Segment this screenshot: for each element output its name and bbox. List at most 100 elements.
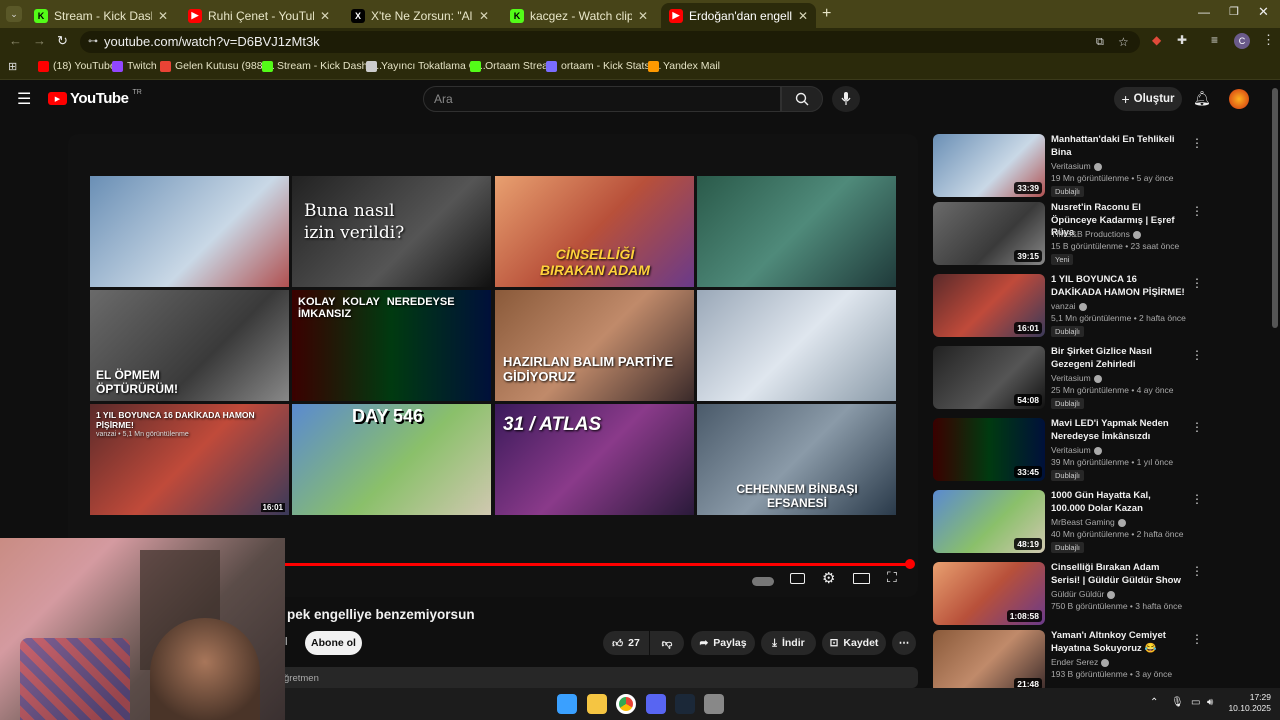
- recommended-thumbnail[interactable]: 48:19: [933, 490, 1045, 553]
- sidebar-scrollbar[interactable]: [1272, 88, 1278, 328]
- tray-mic-icon[interactable]: 🎙︎: [1171, 697, 1184, 708]
- autoplay-toggle[interactable]: [752, 577, 774, 586]
- recommended-video[interactable]: 21:48 Yaman'ı Altınkoy Cemiyet Hayatına S…: [933, 630, 1203, 696]
- tray-volume-icon[interactable]: 🔊︎: [1207, 697, 1213, 708]
- recommended-channel[interactable]: Veritasium: [1051, 161, 1102, 171]
- settings-gear-icon[interactable]: ⚙: [822, 569, 835, 587]
- tray-chevron-icon[interactable]: ⌃: [1150, 697, 1158, 708]
- recommended-thumbnail[interactable]: 54:08: [933, 346, 1045, 409]
- back-icon[interactable]: ←: [9, 33, 22, 48]
- more-options-icon[interactable]: ⋮: [1191, 492, 1203, 506]
- recommended-thumbnail[interactable]: 21:48: [933, 630, 1045, 693]
- discord-icon[interactable]: [646, 694, 666, 714]
- recommended-title[interactable]: Manhattan'daki En Tehlikeli Bina: [1051, 134, 1187, 159]
- recommended-thumbnail[interactable]: 1:08:58: [933, 562, 1045, 625]
- recommended-channel[interactable]: Veritasium: [1051, 445, 1102, 455]
- new-tab-button[interactable]: +: [822, 5, 831, 23]
- maximize-button[interactable]: ❐: [1229, 5, 1239, 18]
- tray-network-icon[interactable]: ▭: [1191, 697, 1200, 708]
- bookmark-item[interactable]: Yayıncı Tokatlama O...: [366, 60, 486, 72]
- recommended-title[interactable]: Cinselliği Bırakan Adam Serisi! | Güldür…: [1051, 562, 1187, 587]
- more-options-icon[interactable]: ⋮: [1191, 348, 1203, 362]
- like-button[interactable]: 👍︎ 27: [603, 631, 649, 655]
- tab-close-icon[interactable]: ✕: [320, 9, 330, 23]
- search-button[interactable]: [781, 86, 823, 112]
- bookmark-item[interactable]: Stream - Kick Dashb...: [262, 60, 382, 72]
- extensions-puzzle-icon[interactable]: ✚: [1177, 33, 1187, 47]
- recommended-video[interactable]: 33:45 Mavi LED'i Yapmak Neden Neredeyse İ…: [933, 418, 1203, 484]
- recommended-title[interactable]: Yaman'ı Altınkoy Cemiyet Hayatına Sokuyo…: [1051, 630, 1187, 655]
- more-options-icon[interactable]: ⋮: [1191, 420, 1203, 434]
- media-icon[interactable]: ≡: [1211, 33, 1218, 47]
- recommended-video[interactable]: 48:19 1000 Gün Hayatta Kal, 100.000 Dolar…: [933, 490, 1203, 556]
- forward-icon[interactable]: →: [33, 33, 46, 48]
- tab-close-icon[interactable]: ✕: [798, 9, 808, 23]
- tab-close-icon[interactable]: ✕: [158, 9, 168, 23]
- taskbar-clock[interactable]: 17:29 10.10.2025: [1225, 692, 1271, 714]
- create-button[interactable]: + Oluştur: [1114, 87, 1182, 111]
- voice-search-button[interactable]: [832, 86, 860, 112]
- recommended-video[interactable]: 33:39 Manhattan'daki En Tehlikeli Bina Ver…: [933, 134, 1203, 200]
- file-explorer-icon[interactable]: [587, 694, 607, 714]
- more-options-icon[interactable]: ⋮: [1191, 276, 1203, 290]
- recommended-video[interactable]: 1:08:58 Cinselliği Bırakan Adam Serisi! |…: [933, 562, 1203, 628]
- steam-icon[interactable]: [675, 694, 695, 714]
- youtube-logo[interactable]: ▶ YouTube TR: [48, 89, 142, 107]
- recommended-channel[interactable]: Ender Serez: [1051, 657, 1110, 667]
- end-screen-video[interactable]: [697, 290, 896, 401]
- more-options-icon[interactable]: ⋮: [1191, 136, 1203, 150]
- recommended-thumbnail[interactable]: 33:45: [933, 418, 1045, 481]
- end-screen-video[interactable]: EL ÖPMEM ÖPTÜRÜRÜM!: [90, 290, 289, 401]
- browser-tab[interactable]: X X'te Ne Zorsun: "Almanya'dan ✕: [343, 3, 497, 28]
- end-screen-video[interactable]: HAZIRLAN BALIM PARTİYE GİDİYORUZ: [495, 290, 694, 401]
- recommended-title[interactable]: 1 YIL BOYUNCA 16 DAKİKADA HAMON PİŞİRME!: [1051, 274, 1187, 299]
- bookmark-item[interactable]: ortaam - Kick Stats,...: [546, 60, 661, 72]
- recommended-channel[interactable]: MrBeast Gaming: [1051, 517, 1126, 527]
- browser-tab[interactable]: Kkacgez - Watch clips on Kick ✕: [502, 3, 656, 28]
- recommended-thumbnail[interactable]: 33:39: [933, 134, 1045, 197]
- bookmark-item[interactable]: Yandex Mail: [648, 60, 720, 72]
- theater-mode-icon[interactable]: [853, 573, 870, 584]
- recommended-channel[interactable]: Güldür Güldür: [1051, 589, 1116, 599]
- subtitles-icon[interactable]: [790, 573, 805, 584]
- recommended-channel[interactable]: TIMS&B Productions: [1051, 229, 1141, 239]
- end-screen-video[interactable]: [697, 176, 896, 287]
- minimize-button[interactable]: —: [1198, 5, 1210, 19]
- site-info-icon[interactable]: ⊶: [88, 31, 98, 53]
- tab-close-icon[interactable]: ✕: [479, 9, 489, 23]
- description-box[interactable]: ğretmen: [270, 667, 918, 688]
- close-window-button[interactable]: ✕: [1258, 4, 1269, 20]
- browser-tab[interactable]: ▶ Ruhi Çenet - YouTube ✕: [180, 3, 338, 28]
- recommended-thumbnail[interactable]: 16:01: [933, 274, 1045, 337]
- fullscreen-icon[interactable]: ⛶: [887, 569, 897, 586]
- chrome-icon[interactable]: [616, 694, 636, 714]
- bookmark-item[interactable]: Gelen Kutusu (988)...: [160, 60, 275, 72]
- subscribe-button[interactable]: Abone ol: [305, 631, 362, 655]
- tab-close-icon[interactable]: ✕: [638, 9, 648, 23]
- recommended-video[interactable]: 16:01 1 YIL BOYUNCA 16 DAKİKADA HAMON PİŞ…: [933, 274, 1203, 340]
- recommended-video[interactable]: 39:15 Nusret'in Raconu El Öpünceye Kadarm…: [933, 202, 1203, 268]
- end-screen-video[interactable]: Buna nasıl izin verildi?: [292, 176, 491, 287]
- channel-name-fragment[interactable]: l: [285, 636, 287, 648]
- app-icon[interactable]: [704, 694, 724, 714]
- share-button[interactable]: ➦ Paylaş: [691, 631, 755, 655]
- dislike-button[interactable]: 👎︎: [650, 631, 684, 655]
- progress-scrubber[interactable]: [905, 559, 915, 569]
- notifications-bell-icon[interactable]: 🔔︎: [1193, 90, 1211, 107]
- save-button[interactable]: ⊡ Kaydet: [822, 631, 886, 655]
- more-actions-button[interactable]: ⋯: [892, 631, 916, 655]
- search-input[interactable]: Ara: [423, 86, 781, 112]
- browser-tab[interactable]: ▶ Erdoğan'dan engelli öğretmene ✕: [661, 3, 816, 28]
- recommended-title[interactable]: Bir Şirket Gizlice Nasıl Gezegeni Zehirl…: [1051, 346, 1187, 371]
- install-icon[interactable]: ⧉: [1096, 31, 1104, 53]
- profile-avatar[interactable]: C: [1234, 33, 1250, 49]
- recommended-title[interactable]: 1000 Gün Hayatta Kal, 100.000 Dolar Kaza…: [1051, 490, 1187, 515]
- channel-avatar[interactable]: [1229, 89, 1249, 109]
- tab-search-button[interactable]: ⌄: [6, 6, 22, 22]
- more-options-icon[interactable]: ⋮: [1191, 632, 1203, 646]
- more-options-icon[interactable]: ⋮: [1191, 564, 1203, 578]
- bookmark-item[interactable]: Ortaam Stream: [470, 60, 557, 72]
- bookmark-star-icon[interactable]: ☆: [1118, 31, 1129, 53]
- browser-tab[interactable]: K Stream - Kick Dashboard ✕: [26, 3, 176, 28]
- bookmark-item[interactable]: Twitch: [112, 60, 157, 72]
